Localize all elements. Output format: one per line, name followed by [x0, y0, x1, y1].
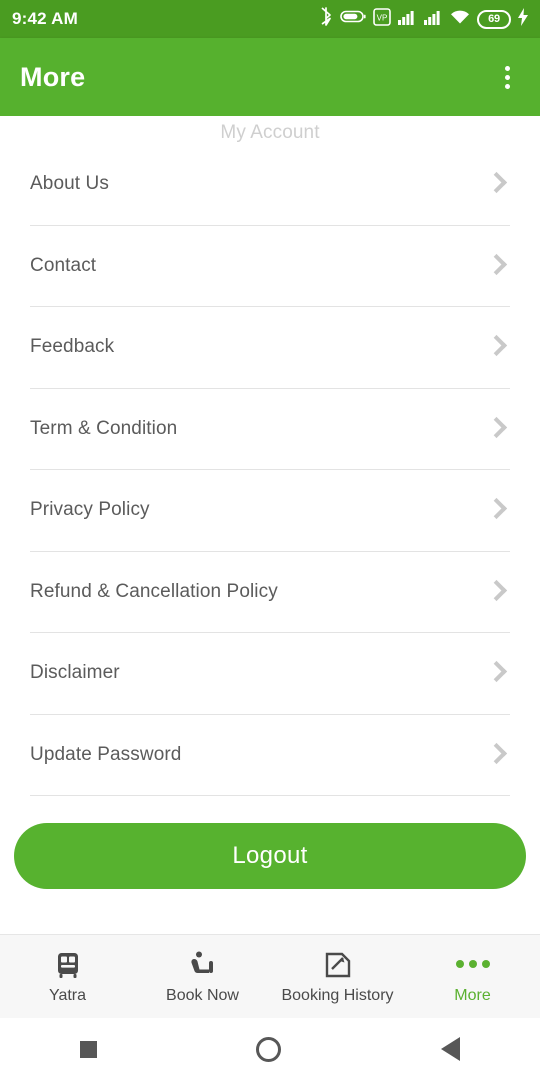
- menu-item-term-condition[interactable]: Term & Condition: [30, 389, 510, 470]
- chevron-right-icon: [484, 579, 510, 605]
- signal-sim1-icon: [398, 9, 417, 30]
- signal-sim2-icon: [424, 9, 443, 30]
- chevron-right-icon: [484, 171, 510, 197]
- nav-item-yatra[interactable]: Yatra: [0, 935, 135, 1018]
- status-bar: 9:42 AM VP 69: [0, 0, 540, 38]
- menu-item-label: Feedback: [30, 336, 115, 358]
- battery-level-icon: 69: [477, 9, 511, 29]
- clipped-menu-item-label: My Account: [220, 122, 320, 143]
- menu-card: My Account About Us Contact Feedback Ter…: [0, 116, 540, 934]
- menu-item-disclaimer[interactable]: Disclaimer: [30, 633, 510, 715]
- back-triangle-icon[interactable]: [441, 1037, 461, 1061]
- system-navigation-bar: [0, 1018, 540, 1080]
- charging-bolt-icon: [518, 7, 528, 31]
- bottom-navigation: Yatra Book Now Booking History More: [0, 934, 540, 1018]
- menu-item-label: Privacy Policy: [30, 499, 150, 521]
- bluetooth-icon: [319, 7, 333, 31]
- battery-capsule-icon: [340, 9, 366, 29]
- chevron-right-icon: [484, 334, 510, 360]
- logout-button[interactable]: Logout: [14, 823, 526, 889]
- more-horiz-icon: [455, 948, 490, 980]
- menu-item-feedback[interactable]: Feedback: [30, 307, 510, 389]
- status-time: 9:42 AM: [12, 9, 78, 28]
- chevron-right-icon: [484, 416, 510, 442]
- menu-item-label: Contact: [30, 254, 97, 276]
- menu-item-label: Update Password: [30, 743, 182, 765]
- chevron-right-icon: [484, 742, 510, 768]
- menu-item-contact[interactable]: Contact: [30, 226, 510, 307]
- nav-item-label: Booking History: [281, 987, 394, 1004]
- wifi-icon: [450, 9, 470, 30]
- nav-item-label: Book Now: [166, 987, 239, 1004]
- bus-icon: [53, 948, 83, 980]
- chevron-right-icon: [484, 497, 510, 523]
- menu-item-label: Disclaimer: [30, 662, 120, 684]
- home-circle-icon[interactable]: [256, 1036, 282, 1062]
- logout-section: Logout: [0, 796, 540, 889]
- nav-item-booking-history[interactable]: Booking History: [270, 935, 405, 1018]
- menu-item-privacy-policy[interactable]: Privacy Policy: [30, 470, 510, 552]
- scroll-content[interactable]: My Account About Us Contact Feedback Ter…: [0, 116, 540, 934]
- menu-item-label: Refund & Cancellation Policy: [30, 580, 278, 602]
- status-icons: VP 69: [319, 7, 528, 31]
- menu-item-about-us[interactable]: About Us: [30, 144, 510, 226]
- chevron-right-icon: [484, 253, 510, 279]
- vpn-key-icon: VP: [373, 7, 391, 31]
- chevron-right-icon: [484, 660, 510, 686]
- more-vert-icon[interactable]: [494, 62, 520, 92]
- menu-item-refund-cancellation-policy[interactable]: Refund & Cancellation Policy: [30, 552, 510, 633]
- recents-square-icon[interactable]: [79, 1040, 97, 1058]
- phone-screen: 9:42 AM VP 69 More My Account About Us C…: [0, 0, 540, 1080]
- nav-item-label: More: [454, 987, 491, 1004]
- page-title: More: [20, 61, 86, 92]
- nav-item-more[interactable]: More: [405, 935, 540, 1018]
- booking-history-icon: [323, 948, 353, 980]
- clipped-menu-item[interactable]: My Account: [0, 116, 540, 144]
- menu-item-update-password[interactable]: Update Password: [30, 715, 510, 796]
- nav-item-label: Yatra: [48, 987, 87, 1004]
- menu-list: About Us Contact Feedback Term & Conditi…: [0, 144, 540, 796]
- nav-item-book-now[interactable]: Book Now: [135, 935, 270, 1018]
- app-bar-actions: [494, 62, 520, 92]
- battery-percent-label: 69: [488, 13, 500, 25]
- app-bar: More: [0, 38, 540, 116]
- menu-item-label: About Us: [30, 173, 109, 195]
- svg-text:VP: VP: [377, 13, 388, 22]
- seat-icon: [187, 948, 219, 980]
- menu-item-label: Term & Condition: [30, 417, 178, 439]
